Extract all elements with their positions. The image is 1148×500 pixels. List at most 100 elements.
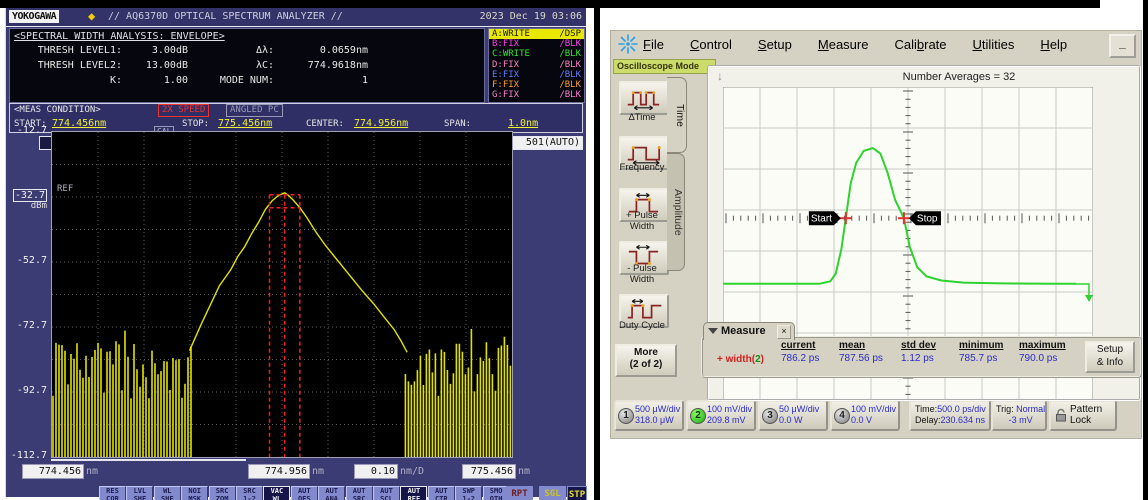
softkey-line: WL (272, 495, 282, 500)
analysis-field: 1.00 (163, 75, 188, 86)
trace-name: B:FIX (492, 39, 520, 50)
channel-4-scale: 100 mV/div 0.0 V (851, 404, 896, 425)
averages-label: Number Averages = (902, 71, 1000, 83)
trigger-text: Trig: Normal -3 mV (996, 404, 1045, 425)
osa-title: // AQ6370D OPTICAL SPECTRUM ANALYZER // (108, 11, 343, 22)
y-axis-label: -12.7 (16, 125, 47, 136)
sidebar-button-time[interactable]: .wf{stroke:#8b2525;fill:none;stroke-widt… (619, 81, 669, 115)
softkey-lvl-shf[interactable]: LVL SHF (126, 486, 154, 500)
meas-field-value: 1.0nm (508, 118, 539, 129)
softkey-line: NOI (188, 487, 202, 495)
channel-4-button[interactable]: 4 100 mV/div 0.0 V (830, 400, 900, 431)
pattern-lock-label: Pattern Lock (1070, 404, 1103, 426)
setup-info-button[interactable]: Setup & Info (1085, 341, 1135, 373)
runkey-stp[interactable]: STP (567, 486, 587, 500)
menu-item-help[interactable]: Help (1040, 37, 1067, 52)
measure-col-header: maximum (1019, 340, 1066, 351)
runkey-rpt[interactable]: RPT (506, 486, 533, 500)
softkey-line: SRC (352, 495, 366, 500)
tab-time[interactable]: Time (667, 77, 687, 153)
trace-row: C:WRITE/BLK (489, 49, 584, 59)
analysis-field: 3.00dB (151, 45, 188, 56)
timebase-button[interactable]: Time:500.0 ps/div Delay:230.634 ns (909, 400, 991, 431)
trace-row: D:FIX/BLK (489, 60, 584, 70)
softkey-line: AUT (407, 487, 421, 495)
trigger-button[interactable]: Trig: Normal -3 mV (991, 400, 1047, 431)
softkey-line: ANA (325, 495, 339, 500)
softkey-aut-ref[interactable]: AUT REF (400, 486, 428, 500)
softkey-line: 1-2 (462, 495, 476, 500)
analysis-row: THRESH LEVEL1: 3.00dB Δλ: 0.0659nm (10, 43, 484, 58)
softkey-res-cor[interactable]: RES COR (99, 486, 126, 500)
trace-mode: /BLK (559, 39, 581, 50)
channel-scale-line: 100 mV/div (851, 404, 897, 414)
minimize-button[interactable]: _ (1109, 34, 1136, 58)
menu-item-utilities[interactable]: Utilities (973, 37, 1015, 52)
more-button[interactable]: More (2 of 2) (615, 344, 677, 377)
measure-tab-label: Measure (721, 325, 766, 337)
meas-field-value: 774.956nm (354, 118, 409, 129)
close-icon[interactable]: × (777, 325, 791, 339)
pattern-lock-button[interactable]: Pattern Lock (1049, 400, 1117, 431)
runkey-sgl[interactable]: SGL (539, 486, 566, 500)
softkey-line: ZOM (215, 495, 229, 500)
measure-tab[interactable]: Measure × (703, 322, 795, 340)
channel-2-button[interactable]: 2 100 mV/div 209.8 mV (686, 400, 756, 431)
menu-item-control[interactable]: Control (690, 37, 732, 52)
trace-row: B:FIX/BLK (489, 39, 584, 49)
measure-col-header: std dev (901, 340, 937, 351)
start-marker-label: Start (811, 214, 832, 225)
menu-item-setup[interactable]: Setup (758, 37, 792, 52)
yokogawa-logo: YOKOGAWA (9, 10, 60, 23)
softkey-src-1-2[interactable]: SRC 1-2 (236, 486, 263, 500)
x-axis-unit: nm (86, 466, 99, 477)
menu-item-file[interactable]: File (643, 37, 664, 52)
softkey-aut-ctr[interactable]: AUT CTR (427, 486, 455, 500)
trace-name: D:FIX (492, 59, 520, 70)
softkey-line: SRC (215, 487, 229, 495)
softkey-aut-scl[interactable]: AUT SCL (373, 486, 400, 500)
softkey-swp-1-2[interactable]: SWP 1-2 (455, 486, 483, 500)
softkey-noi-msk[interactable]: NOI MSK (181, 486, 209, 500)
analysis-field: K: (109, 75, 122, 86)
trace-mode: /BLK (559, 80, 581, 91)
softkey-wl-shf[interactable]: WL SHF (153, 486, 181, 500)
analysis-field: Δλ: (255, 45, 274, 56)
delay-line: Delay:230.634 ns (915, 414, 986, 425)
top-black-bar (0, 0, 1100, 8)
softkey-aut-src[interactable]: AUT SRC (345, 486, 373, 500)
measure-col-current: current 786.2 ps (781, 340, 837, 364)
menu-item-calibrate[interactable]: Calibrate (894, 37, 946, 52)
more-label-1: More (634, 347, 658, 358)
x-axis-label: 774.456 nm (22, 464, 99, 479)
softkey-line: OFS (297, 495, 311, 500)
meas-field-label: CENTER: (306, 119, 344, 129)
yokogawa-diamond-icon: ◆ (88, 9, 96, 23)
menubar: File Control Setup Measure Calibrate Utilitie… (643, 37, 1067, 52)
x-axis-label: 775.456 nm (462, 464, 530, 479)
measure-col-header: current (781, 340, 816, 351)
trig-level: -3 mV (1008, 414, 1033, 425)
averages-value: 32 (1003, 71, 1016, 83)
y-axis-label: -92.7 (16, 385, 47, 396)
measure-col-value: 790.0 ps (1019, 353, 1058, 364)
softkey-vac-wl[interactable]: VAC WL (263, 486, 291, 500)
analysis-field: 13.00dB (145, 60, 188, 71)
trace-mode: /DSP (559, 29, 581, 39)
timebase-text: Time:500.0 ps/div Delay:230.634 ns (915, 404, 986, 425)
softkey-aut-ana[interactable]: AUT ANA (318, 486, 346, 500)
trace-name: F:FIX (492, 80, 520, 91)
tab-amplitude[interactable]: Amplitude (667, 153, 685, 271)
softkey-aut-ofs[interactable]: AUT OFS (290, 486, 318, 500)
channel-3-number: 3 (762, 408, 778, 424)
softkey-src-zom[interactable]: SRC ZOM (208, 486, 236, 500)
channel-3-button[interactable]: 3 50 μW/div 0.0 W (758, 400, 828, 431)
menu-item-measure[interactable]: Measure (818, 37, 869, 52)
channel-1-button[interactable]: 1 500 μW/div 318.0 μW (614, 400, 684, 431)
softkey-line: SHF (160, 495, 174, 500)
channel-offset-line: 0.0 W (779, 414, 803, 425)
channel-offset-line: 0.0 V (851, 414, 873, 425)
sidebar-label-frequency: Frequency (619, 162, 665, 173)
trace-row: F:FIX/BLK (489, 80, 584, 90)
softkey-line: VAC (270, 487, 284, 495)
